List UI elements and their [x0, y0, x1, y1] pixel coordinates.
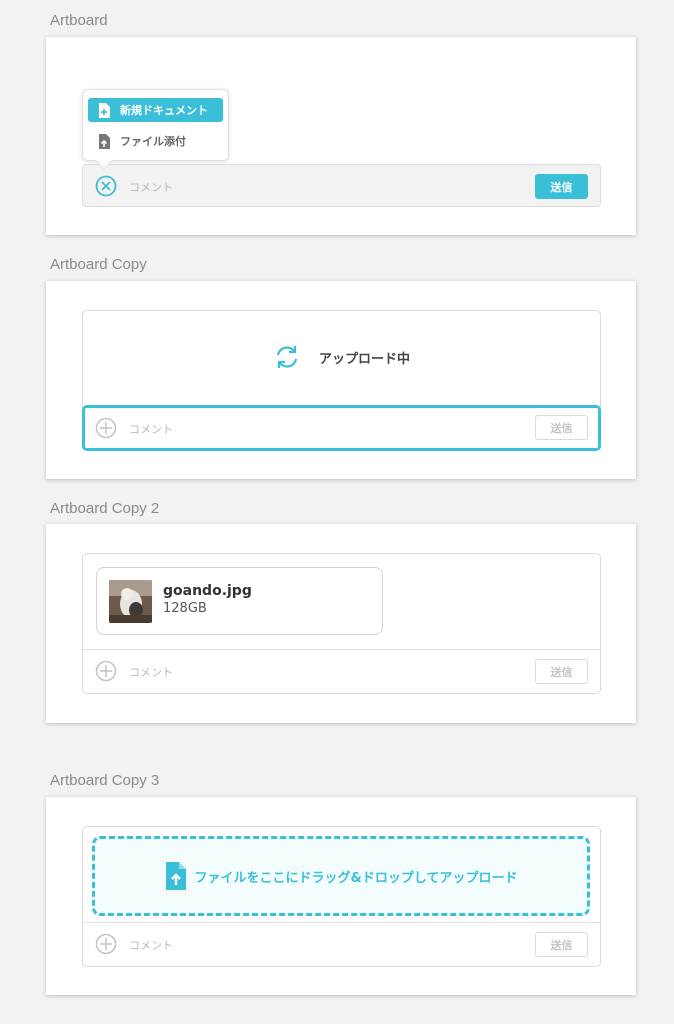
sync-icon [276, 346, 298, 368]
artboard: ファイルをここにドラッグ&ドロップしてアップロード コメント 送信 [46, 797, 636, 995]
comment-bar: コメント 送信 [82, 164, 601, 207]
new-document-icon [88, 102, 120, 118]
comment-bar: コメント 送信 [83, 649, 600, 693]
file-dropzone[interactable]: ファイルをここにドラッグ&ドロップしてアップロード [92, 836, 590, 916]
comment-input[interactable]: コメント [129, 664, 173, 680]
menu-item-new-document[interactable]: 新規ドキュメント [88, 98, 223, 122]
comment-bar: コメント 送信 [83, 922, 600, 966]
plus-circle-icon[interactable] [95, 933, 117, 955]
comment-input[interactable]: コメント [129, 421, 173, 437]
comment-input[interactable]: コメント [129, 937, 173, 953]
attach-menu: 新規ドキュメント ファイル添付 [82, 89, 229, 170]
menu-item-label: 新規ドキュメント [120, 104, 208, 117]
send-button[interactable]: 送信 [535, 932, 588, 957]
composer: ファイルをここにドラッグ&ドロップしてアップロード コメント 送信 [82, 826, 601, 967]
composer: アップロード中 コメント 送信 [82, 310, 601, 451]
attachment-card[interactable]: goando.jpg 128GB [96, 567, 383, 635]
artboard: goando.jpg 128GB コメント 送信 [46, 524, 636, 723]
comment-bar: コメント 送信 [82, 405, 601, 451]
artboard-title: Artboard Copy [50, 256, 147, 273]
send-button[interactable]: 送信 [535, 415, 588, 440]
composer: goando.jpg 128GB コメント 送信 [82, 553, 601, 694]
attachment-thumbnail [109, 580, 152, 623]
upload-status: アップロード中 [83, 343, 600, 371]
artboard: アップロード中 コメント 送信 [46, 281, 636, 479]
attachment-size: 128GB [163, 601, 207, 616]
artboard-title: Artboard Copy 2 [50, 500, 160, 517]
close-circle-icon[interactable] [95, 175, 117, 197]
menu-item-label: ファイル添付 [120, 135, 186, 148]
attachment-name: goando.jpg [163, 583, 252, 599]
artboard: 新規ドキュメント ファイル添付 コメント 送信 [46, 37, 636, 235]
artboard-title: Artboard [50, 12, 108, 29]
upload-status-text: アップロード中 [318, 351, 410, 367]
comment-input[interactable]: コメント [129, 179, 173, 195]
artboard-title: Artboard Copy 3 [50, 772, 160, 789]
send-button[interactable]: 送信 [535, 659, 588, 684]
menu-item-attach-file[interactable]: ファイル添付 [88, 129, 223, 153]
plus-circle-icon[interactable] [95, 417, 117, 439]
file-upload-icon [165, 862, 186, 890]
plus-circle-icon[interactable] [95, 660, 117, 682]
dropzone-text: ファイルをここにドラッグ&ドロップしてアップロード [194, 870, 518, 886]
file-upload-icon [88, 133, 120, 149]
send-button[interactable]: 送信 [535, 174, 588, 199]
